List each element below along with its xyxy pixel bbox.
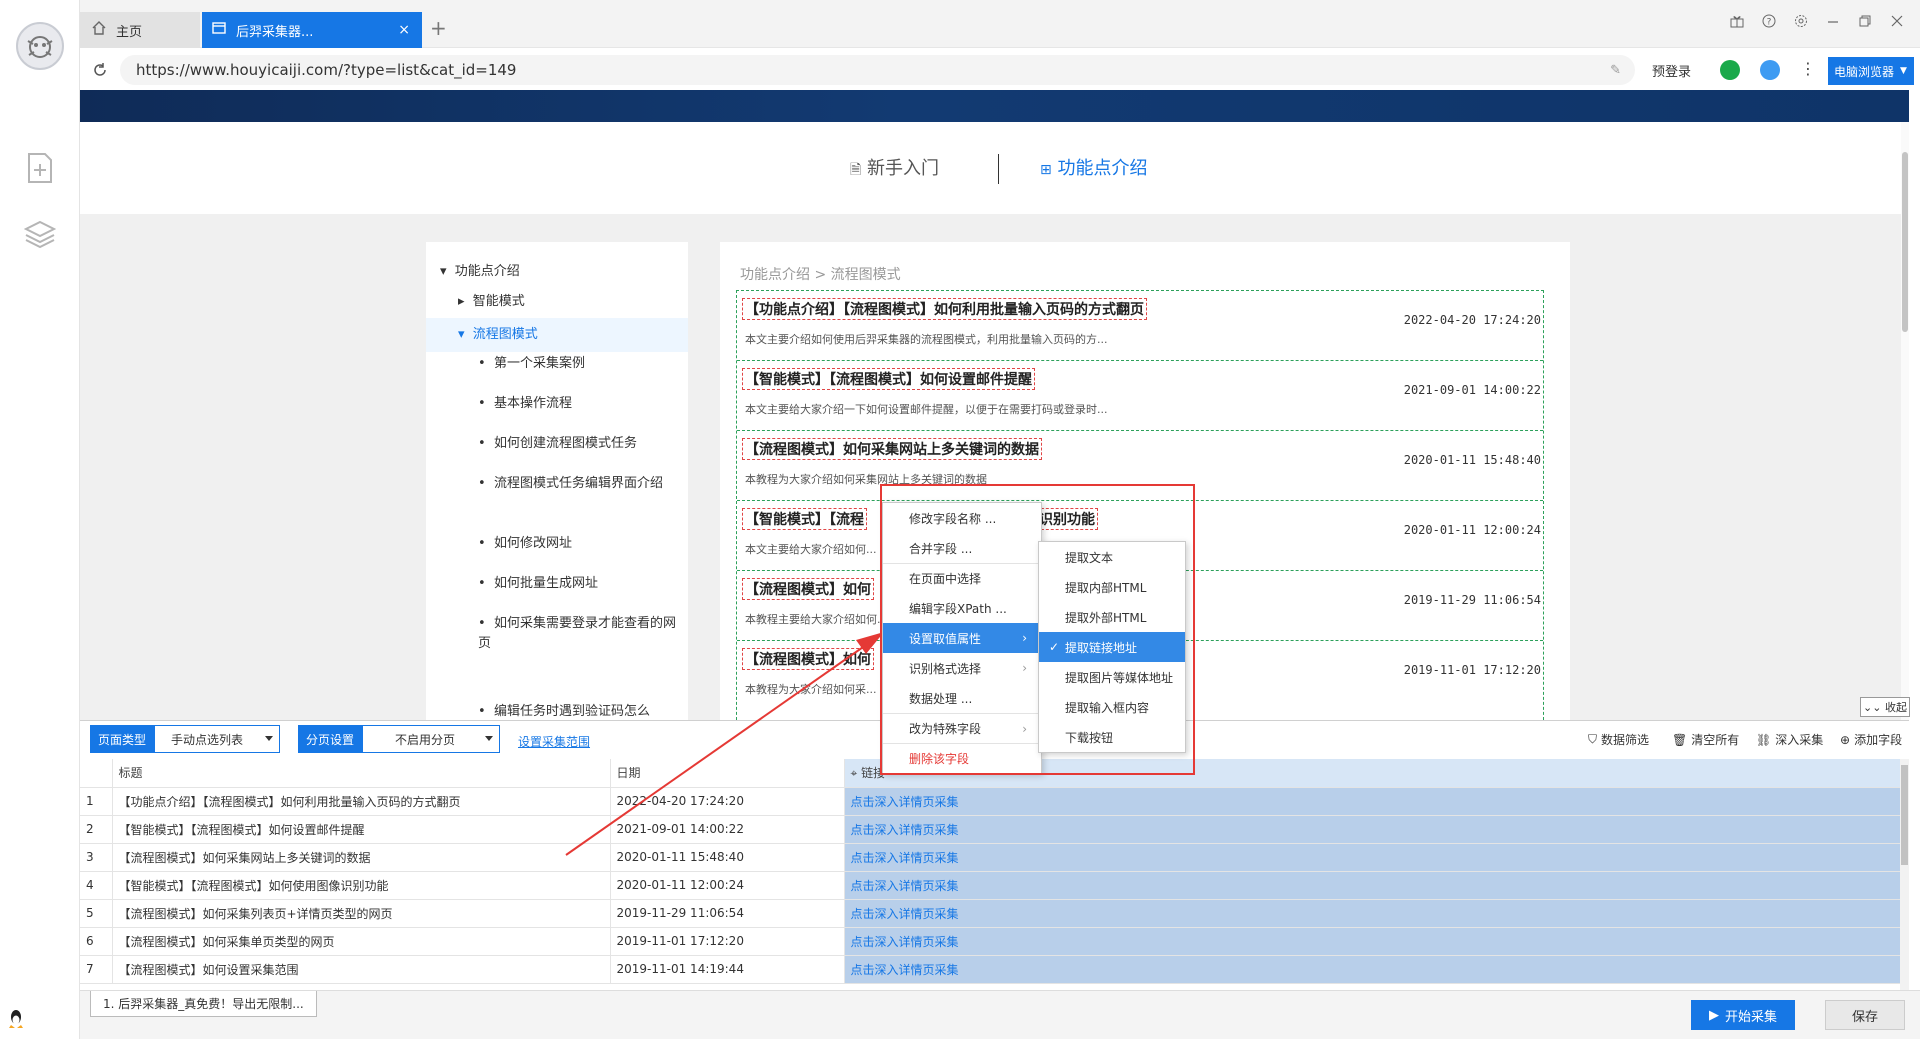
annotation-highlight-box xyxy=(880,484,1195,775)
